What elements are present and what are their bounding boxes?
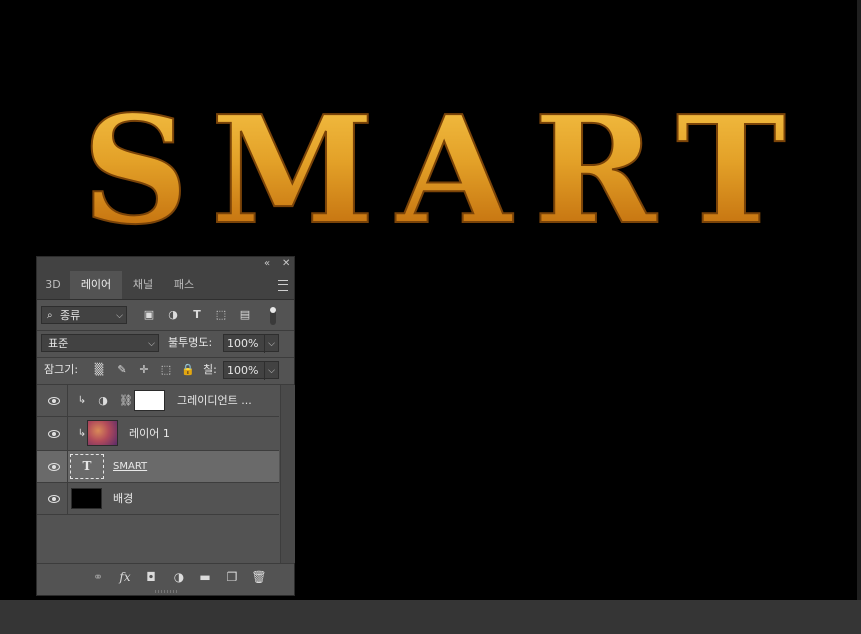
blend-mode-value: 표준 <box>48 337 69 350</box>
adjustment-layer-icon: ◑ <box>98 394 108 407</box>
opacity-value: 100% <box>227 337 259 350</box>
filter-kind-select[interactable]: ⌕ 종류 ⌵ <box>41 306 127 324</box>
fill-value: 100% <box>227 364 259 377</box>
smart-object-filter-icon[interactable]: ▤ <box>238 308 252 322</box>
eye-icon[interactable] <box>47 427 61 441</box>
chevron-down-icon[interactable]: ⌵ <box>264 362 275 380</box>
layer-row-layer1[interactable]: ↳ 레이어 1 <box>37 417 279 451</box>
search-icon: ⌕ <box>47 310 53 321</box>
opacity-input[interactable]: 100% ⌵ <box>223 334 279 353</box>
move-icon[interactable]: ✛ <box>137 363 151 377</box>
panel-footer: ⚭ fx ◘ ◑ ▬ ❐ 🗑 <box>37 563 294 590</box>
tab-layers[interactable]: 레이어 <box>70 271 122 299</box>
headline-text: SMART <box>82 83 808 257</box>
chevron-down-icon[interactable]: ⌵ <box>264 335 275 353</box>
adjustment-filter-icon[interactable]: ◑ <box>166 308 180 322</box>
lock-transparent-icon[interactable]: ▒ <box>92 363 106 377</box>
chevron-down-icon: ⌵ <box>148 339 155 349</box>
layer-name: 레이어 1 <box>129 427 170 440</box>
filter-toggle[interactable] <box>270 307 276 325</box>
new-layer-icon[interactable]: ❐ <box>224 569 240 585</box>
link-layers-icon[interactable]: ⚭ <box>90 569 106 585</box>
link-icon: ⛓ <box>119 394 133 407</box>
background-thumbnail[interactable] <box>71 488 102 509</box>
double-chevron-left-icon[interactable]: « <box>264 257 270 271</box>
blend-row: 표준 ⌵ 불투명도: 100% ⌵ <box>37 333 294 355</box>
filter-row: ⌕ 종류 ⌵ ▣ ◑ T ⬚ ▤ <box>37 305 294 327</box>
tab-channels[interactable]: 채널 <box>122 271 164 299</box>
blend-mode-select[interactable]: 표준 ⌵ <box>41 334 159 352</box>
lock-label: 잠그기: <box>44 363 79 376</box>
layer-thumbnail[interactable] <box>87 420 118 446</box>
layer-row-smart[interactable]: T SMART <box>37 451 279 483</box>
lock-row: 잠그기: ▒ ✎ ✛ ⬚ 🔒 칠: 100% ⌵ <box>37 360 294 382</box>
eye-icon[interactable] <box>47 460 61 474</box>
panel-tabs: 3D 레이어 채널 패스 <box>37 271 294 300</box>
clip-arrow-icon: ↳ <box>77 395 87 406</box>
opacity-label: 불투명도: <box>168 336 213 349</box>
text-layer-thumbnail[interactable]: T <box>70 454 104 479</box>
adjustment-layer-icon[interactable]: ◑ <box>171 569 187 585</box>
layer-name: 배경 <box>113 492 134 505</box>
gradient-mask-thumbnail[interactable] <box>134 390 165 411</box>
shape-filter-icon[interactable]: ⬚ <box>214 308 228 322</box>
layer-name: 그레이디언트 ... <box>177 394 252 407</box>
tab-paths[interactable]: 패스 <box>164 271 204 299</box>
pixel-filter-icon[interactable]: ▣ <box>142 308 156 322</box>
trash-icon[interactable]: 🗑 <box>251 569 267 585</box>
artboard-icon[interactable]: ⬚ <box>159 363 173 377</box>
layers-scrollbar[interactable] <box>280 385 295 563</box>
layer-row-gradient[interactable]: ↳ ◑ ⛓ 그레이디언트 ... <box>37 385 279 417</box>
fx-icon[interactable]: fx <box>117 569 133 585</box>
panel-resize-grip[interactable] <box>155 590 177 593</box>
fill-label: 칠: <box>203 363 217 376</box>
close-icon[interactable]: ✕ <box>282 257 290 271</box>
eye-icon[interactable] <box>47 492 61 506</box>
filter-kind-value: 종류 <box>60 309 81 322</box>
folder-icon[interactable]: ▬ <box>197 569 213 585</box>
fill-input[interactable]: 100% ⌵ <box>223 361 279 380</box>
panel-title-bar[interactable]: « ✕ <box>37 257 294 271</box>
status-bar <box>0 600 861 634</box>
tab-3d[interactable]: 3D <box>37 271 69 299</box>
add-mask-icon[interactable]: ◘ <box>143 569 159 585</box>
type-filter-icon[interactable]: T <box>190 308 204 322</box>
canvas-right-edge <box>857 0 861 600</box>
layers-panel: « ✕ 3D 레이어 채널 패스 ⌕ 종류 ⌵ ▣ ◑ T ⬚ ▤ 표준 ⌵ 불… <box>36 256 295 596</box>
layer-row-background[interactable]: 배경 <box>37 483 279 515</box>
chevron-down-icon: ⌵ <box>116 311 123 321</box>
lock-icon[interactable]: 🔒 <box>181 363 195 377</box>
layer-name: SMART <box>113 461 148 472</box>
panel-menu-icon[interactable] <box>278 280 288 291</box>
eye-icon[interactable] <box>47 394 61 408</box>
brush-icon[interactable]: ✎ <box>115 363 129 377</box>
